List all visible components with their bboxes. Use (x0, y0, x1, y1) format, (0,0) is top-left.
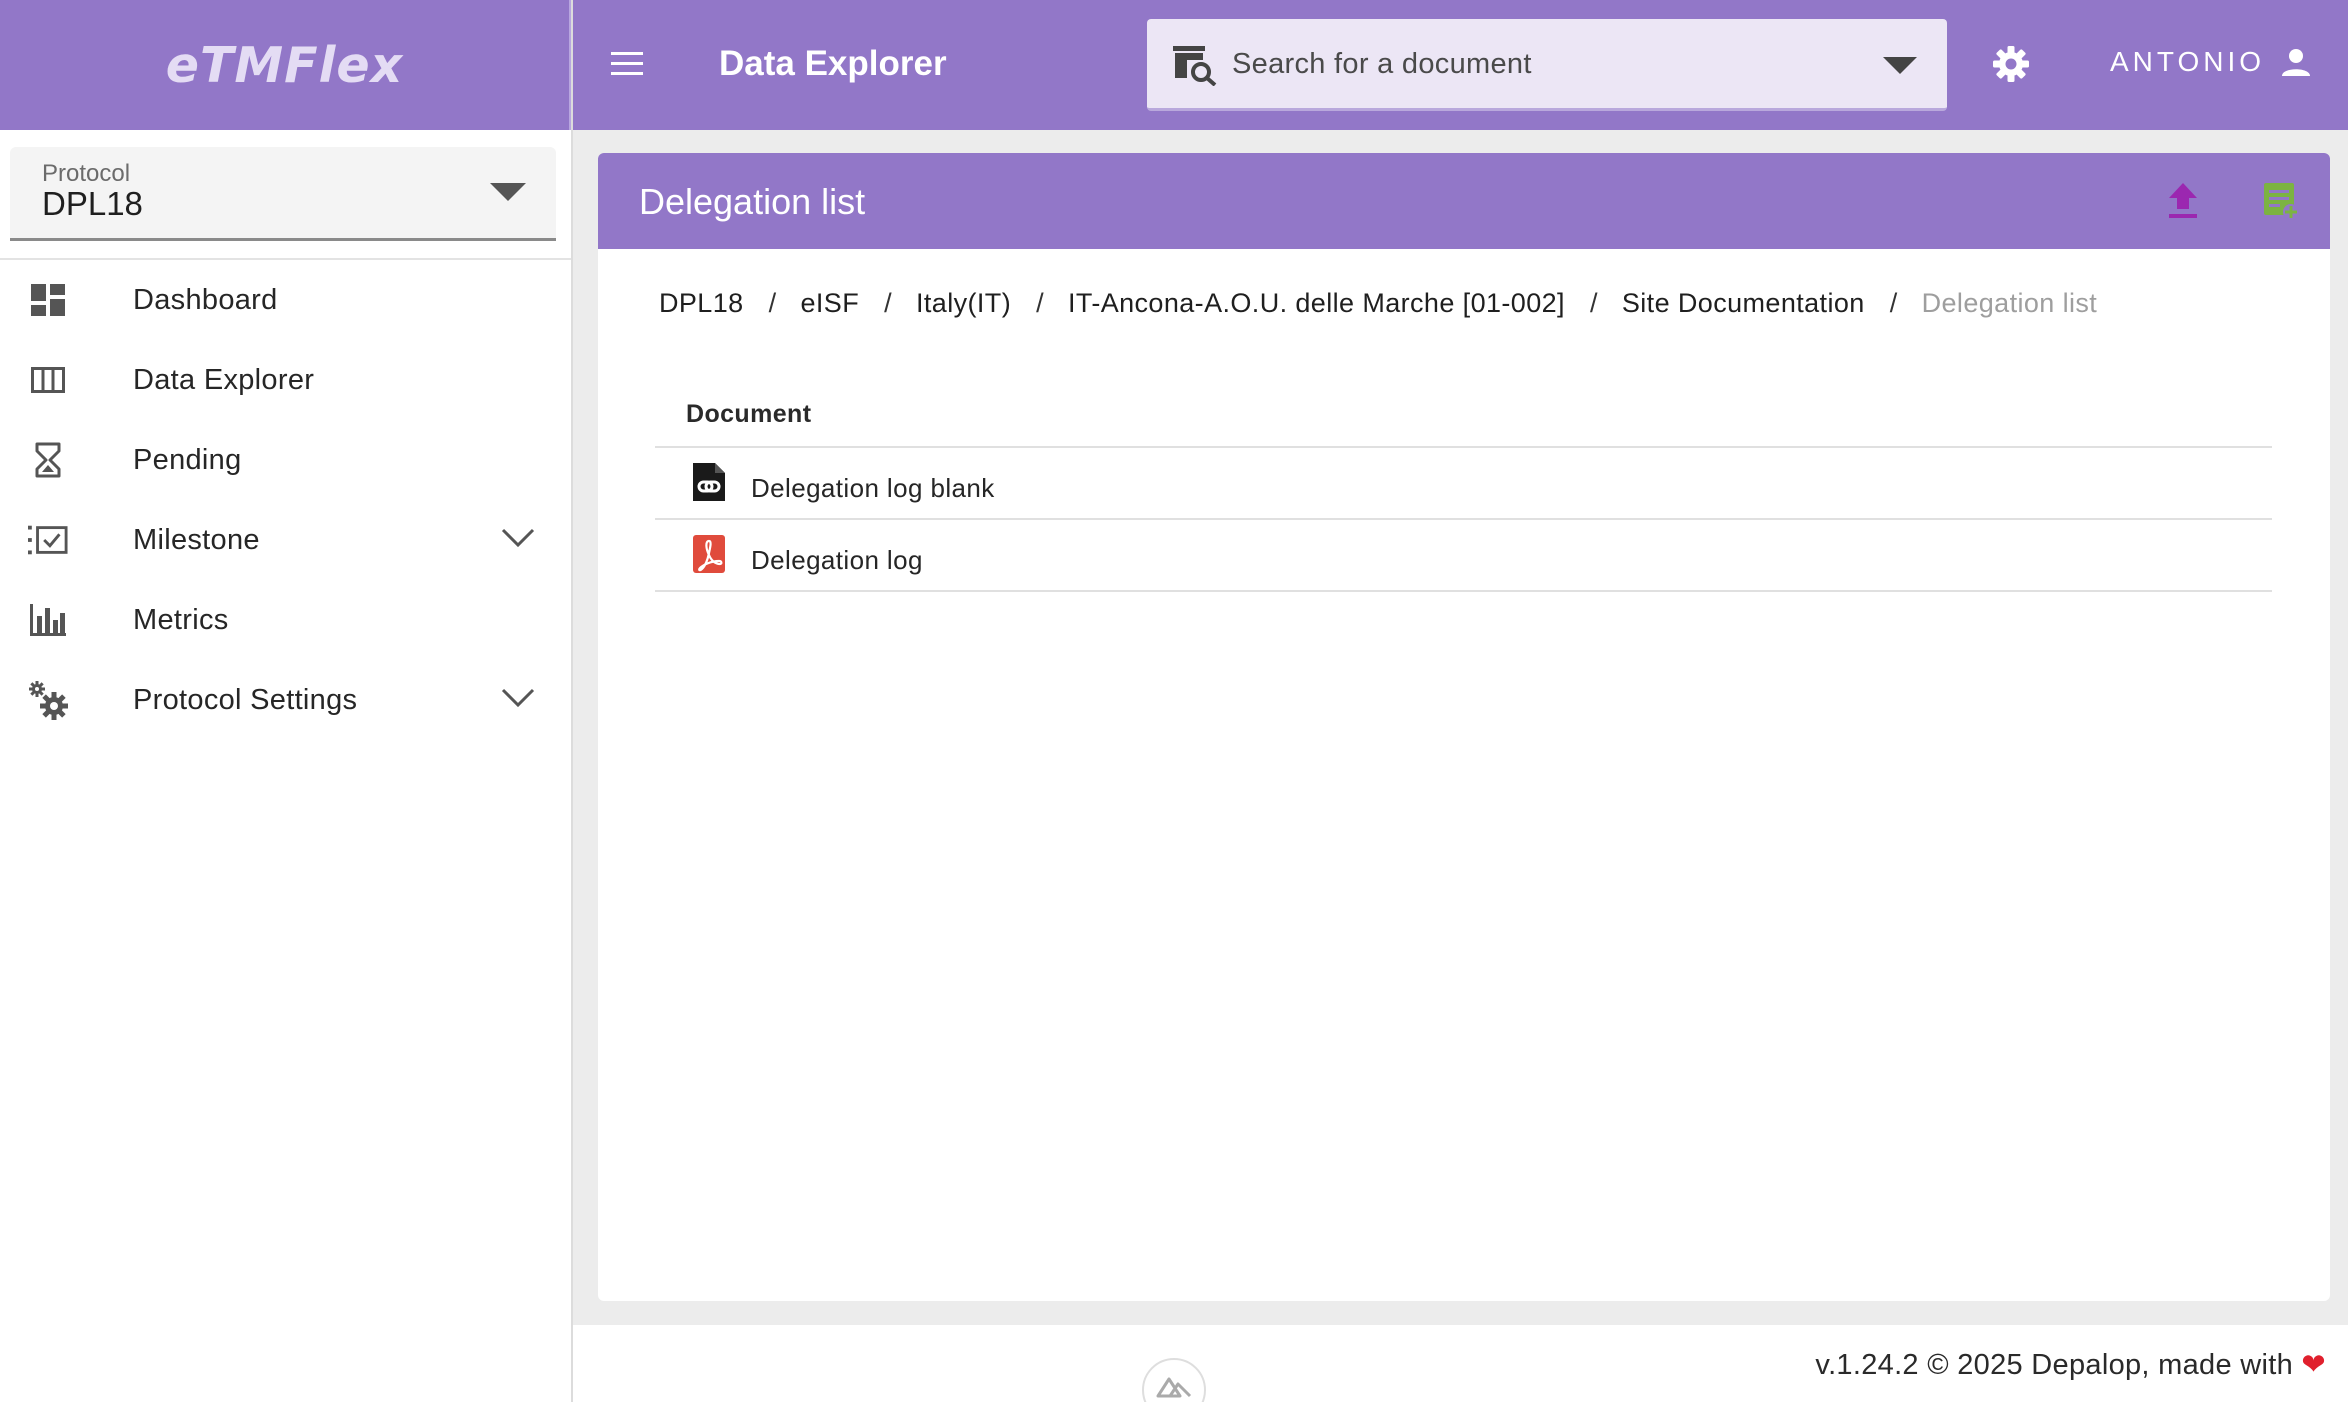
document-search-icon (1173, 46, 1217, 86)
file-link-icon (693, 463, 725, 501)
sidebar-nav: Dashboard Data Explorer Pending Mileston… (0, 260, 571, 740)
footer: v.1.24.2 © 2025 Depalop, made with ❤ (573, 1325, 2348, 1402)
devtools-button[interactable] (1142, 1358, 1206, 1402)
breadcrumb-separator: / (1889, 288, 1898, 318)
hamburger-menu-icon[interactable] (609, 46, 645, 82)
sidebar: eTMFlex Protocol DPL18 Dashboard Data Ex… (0, 0, 573, 1402)
footer-version-text: v.1.24.2 © 2025 Depalop, made with (1815, 1349, 2294, 1381)
user-menu-button[interactable]: ANTONIO (2110, 46, 2311, 78)
breadcrumb-item[interactable]: DPL18 (659, 288, 744, 319)
breadcrumb-current: Delegation list (1921, 288, 2098, 318)
sidebar-item-data-explorer[interactable]: Data Explorer (0, 340, 571, 420)
sidebar-item-label: Pending (133, 443, 242, 476)
columns-icon (28, 361, 68, 399)
protocol-select[interactable]: Protocol DPL18 (10, 147, 556, 241)
dashboard-icon (28, 281, 68, 319)
breadcrumb-item[interactable]: Site Documentation (1622, 288, 1865, 319)
brand-name: eTMFlex (165, 36, 404, 94)
add-document-icon[interactable] (2262, 181, 2300, 221)
breadcrumb-separator: / (768, 288, 777, 318)
app-root: eTMFlex Protocol DPL18 Dashboard Data Ex… (0, 0, 2348, 1402)
sidebar-item-dashboard[interactable]: Dashboard (0, 260, 571, 340)
cogs-icon (28, 681, 68, 720)
caret-down-icon (490, 183, 526, 201)
protocol-label: Protocol (42, 160, 131, 187)
footer-copyright: v.1.24.2 © 2025 Depalop, made with ❤ (1815, 1347, 2326, 1382)
document-search-input[interactable]: Search for a document (1147, 19, 1947, 111)
upload-icon[interactable] (2166, 181, 2200, 221)
sidebar-item-label: Milestone (133, 523, 260, 556)
sidebar-item-label: Metrics (133, 603, 229, 636)
sidebar-item-pending[interactable]: Pending (0, 420, 571, 500)
table-row[interactable]: Delegation log (655, 520, 2272, 592)
column-header-document[interactable]: Document (686, 400, 811, 429)
breadcrumb: DPL18 / eISF / Italy(IT) / IT-Ancona-A.O… (659, 288, 2097, 319)
sidebar-item-milestone[interactable]: Milestone (0, 500, 571, 580)
breadcrumb-separator: / (1036, 288, 1045, 318)
sidebar-item-label: Protocol Settings (133, 683, 358, 716)
sidebar-item-label: Dashboard (133, 283, 278, 316)
document-name[interactable]: Delegation log (751, 545, 923, 576)
table-row[interactable]: Delegation log blank (655, 448, 2272, 520)
user-name: ANTONIO (2110, 46, 2266, 77)
page-title: Data Explorer (719, 44, 947, 83)
chevron-down-icon[interactable] (501, 688, 535, 708)
delegation-list-card: Delegation list DPL18 / eISF / Italy(IT)… (598, 153, 2330, 1301)
document-name[interactable]: Delegation log blank (751, 473, 995, 504)
breadcrumb-item[interactable]: eISF (800, 288, 859, 319)
heart-icon: ❤ (2301, 1349, 2326, 1381)
sidebar-item-label: Data Explorer (133, 363, 315, 396)
sidebar-item-metrics[interactable]: Metrics (0, 580, 571, 660)
card-header: Delegation list (598, 153, 2330, 249)
caret-down-icon[interactable] (1883, 57, 1917, 75)
person-icon (2282, 49, 2311, 76)
bar-chart-icon (28, 601, 68, 639)
settings-gear-icon[interactable] (1992, 45, 2030, 83)
table-header: Document (655, 383, 2272, 448)
card-title: Delegation list (639, 181, 866, 222)
milestone-checklist-icon (28, 521, 68, 559)
hourglass-icon (28, 441, 68, 479)
chevron-down-icon[interactable] (501, 528, 535, 548)
document-table: Document Delegation log blank Delegation… (655, 383, 2272, 592)
protocol-value: DPL18 (42, 185, 143, 222)
search-placeholder: Search for a document (1232, 48, 1532, 80)
breadcrumb-item[interactable]: IT-Ancona-A.O.U. delle Marche [01-002] (1068, 288, 1565, 319)
breadcrumb-separator: / (1589, 288, 1598, 318)
sidebar-item-protocol-settings[interactable]: Protocol Settings (0, 660, 571, 740)
top-bar: Data Explorer Search for a document ANTO… (573, 0, 2348, 130)
breadcrumb-separator: / (884, 288, 892, 318)
brand-logo: eTMFlex (0, 0, 571, 130)
mountain-logo-icon (1156, 1377, 1192, 1398)
pdf-icon (693, 535, 725, 573)
breadcrumb-item[interactable]: Italy(IT) (916, 288, 1011, 319)
